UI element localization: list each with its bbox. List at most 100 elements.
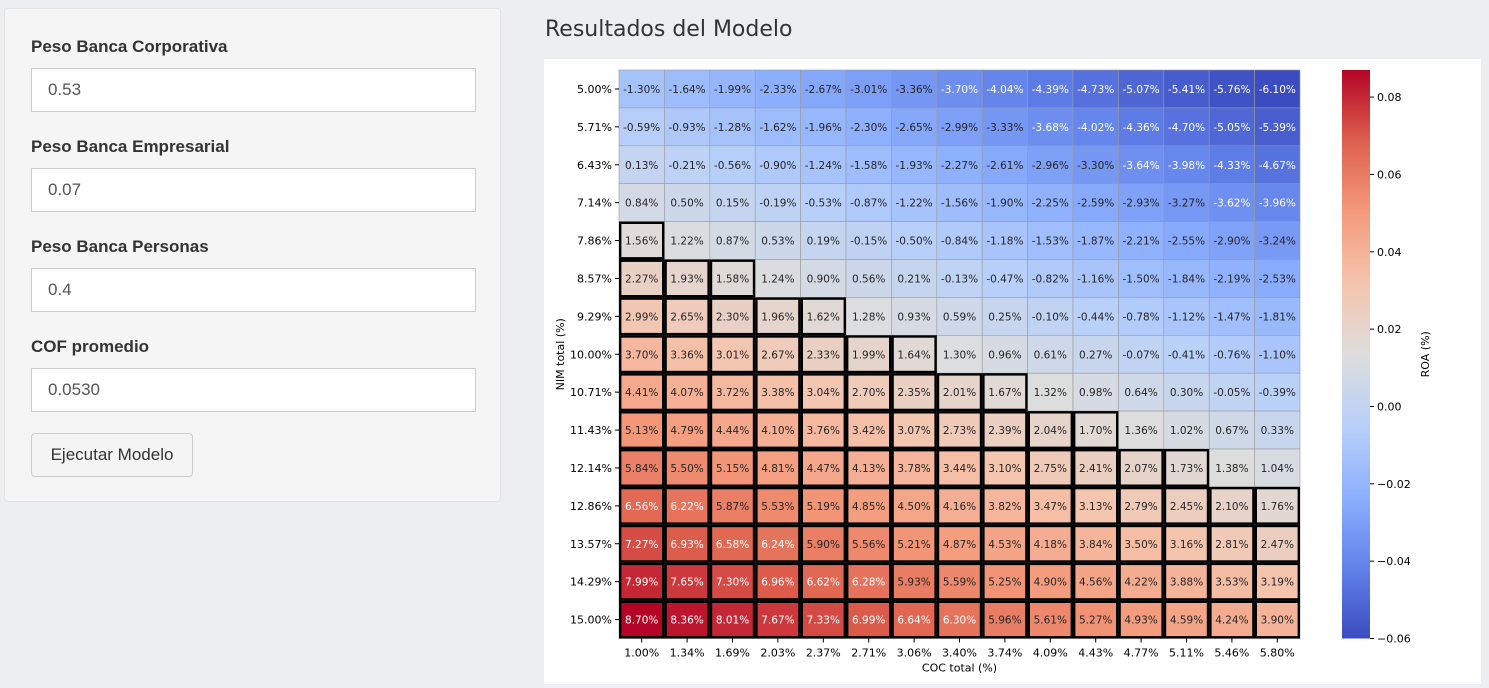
field-peso-banca-empresarial: Peso Banca Empresarial — [31, 137, 478, 212]
cell-value-label: 3.38% — [761, 387, 794, 399]
cell-value-label: 5.61% — [1034, 615, 1067, 627]
cell-value-label: -6.10% — [1259, 84, 1296, 96]
cell-value-label: -2.19% — [1213, 273, 1250, 285]
cell-value-label: 5.96% — [988, 615, 1021, 627]
cell-value-label: -4.39% — [1032, 84, 1069, 96]
cell-value-label: -0.07% — [1123, 349, 1160, 361]
peso-banca-corporativa-input[interactable] — [31, 68, 476, 112]
cell-value-label: 4.87% — [943, 539, 976, 551]
y-tick-label: 9.29% — [577, 310, 612, 323]
cell-value-label: -0.56% — [714, 160, 751, 172]
cell-value-label: 1.93% — [670, 273, 703, 285]
cell-value-label: -1.12% — [1168, 311, 1205, 323]
x-tick-label: 5.80% — [1260, 647, 1295, 660]
cell-value-label: -2.30% — [850, 122, 887, 134]
cell-value-label: 5.90% — [807, 539, 840, 551]
cell-value-label: -2.55% — [1168, 236, 1205, 248]
cell-value-label: 6.93% — [670, 539, 703, 551]
peso-banca-personas-input[interactable] — [31, 268, 476, 312]
cell-value-label: -5.76% — [1213, 84, 1250, 96]
cell-value-label: 1.99% — [852, 349, 885, 361]
cell-value-label: -4.73% — [1077, 84, 1114, 96]
cell-value-label: -0.44% — [1077, 311, 1114, 323]
y-tick-label: 15.00% — [570, 614, 612, 627]
cell-value-label: 0.96% — [988, 349, 1021, 361]
colorbar-tick-label: −0.06 — [1377, 633, 1411, 646]
cell-value-label: 5.50% — [670, 463, 703, 475]
cell-value-label: 5.19% — [807, 501, 840, 513]
cell-value-label: 4.16% — [943, 501, 976, 513]
cell-value-label: 3.01% — [716, 349, 749, 361]
x-axis-label: COC total (%) — [922, 662, 997, 675]
cell-value-label: -3.62% — [1213, 198, 1250, 210]
cell-value-label: -0.84% — [941, 236, 978, 248]
y-tick-label: 5.00% — [577, 83, 612, 96]
field-label: COF promedio — [31, 337, 150, 356]
y-tick-label: 11.43% — [570, 424, 612, 437]
cell-value-label: 0.98% — [1079, 387, 1112, 399]
cell-value-label: 2.07% — [1124, 463, 1157, 475]
y-tick-label: 8.57% — [577, 272, 612, 285]
cell-value-label: 3.82% — [988, 501, 1021, 513]
cell-value-label: -5.05% — [1213, 122, 1250, 134]
cell-value-label: -3.64% — [1123, 160, 1160, 172]
cell-value-label: 3.44% — [943, 463, 976, 475]
cell-value-label: -1.93% — [896, 160, 933, 172]
cell-value-label: 0.93% — [897, 311, 930, 323]
x-tick-label: 3.74% — [987, 647, 1022, 660]
cell-value-label: 2.67% — [761, 349, 794, 361]
cell-value-label: 0.64% — [1124, 387, 1157, 399]
run-model-button[interactable]: Ejecutar Modelo — [31, 433, 193, 477]
cell-value-label: -1.18% — [986, 236, 1023, 248]
y-tick-label: 5.71% — [577, 121, 612, 134]
x-tick-label: 5.11% — [1169, 647, 1204, 660]
cell-value-label: 3.04% — [807, 387, 840, 399]
cell-value-label: -1.84% — [1168, 273, 1205, 285]
cell-value-label: 1.58% — [716, 273, 749, 285]
cell-value-label: 3.72% — [716, 387, 749, 399]
cell-value-label: -1.28% — [714, 122, 751, 134]
cell-value-label: 1.04% — [1261, 463, 1294, 475]
peso-banca-empresarial-input[interactable] — [31, 168, 476, 212]
y-axis-label: NIM total (%) — [554, 318, 567, 390]
cell-value-label: 1.24% — [761, 273, 794, 285]
cell-value-label: 2.04% — [1034, 425, 1067, 437]
cell-value-label: 7.27% — [625, 539, 658, 551]
cell-value-label: 0.50% — [670, 198, 703, 210]
cell-value-label: -0.87% — [850, 198, 887, 210]
x-tick-label: 3.40% — [942, 647, 977, 660]
cell-value-label: 1.73% — [1170, 463, 1203, 475]
cell-value-label: -1.22% — [896, 198, 933, 210]
cell-value-label: 2.75% — [1034, 463, 1067, 475]
colorbar-label: ROA (%) — [1419, 331, 1432, 377]
cell-value-label: 1.56% — [625, 236, 658, 248]
cell-value-label: -3.36% — [896, 84, 933, 96]
cell-value-label: 4.47% — [807, 463, 840, 475]
field-cof-promedio: COF promedio — [31, 337, 478, 412]
cell-value-label: 3.70% — [625, 349, 658, 361]
cell-value-label: 4.22% — [1124, 577, 1157, 589]
y-tick-label: 13.57% — [570, 538, 612, 551]
cell-value-label: 4.90% — [1034, 577, 1067, 589]
cell-value-label: 1.38% — [1215, 463, 1248, 475]
cell-value-label: -2.90% — [1213, 236, 1250, 248]
cell-value-label: 1.70% — [1079, 425, 1112, 437]
cell-value-label: 1.62% — [807, 311, 840, 323]
cell-value-label: 0.61% — [1034, 349, 1067, 361]
cell-value-label: -1.56% — [941, 198, 978, 210]
y-tick-label: 10.00% — [570, 348, 612, 361]
cell-value-label: 6.30% — [943, 615, 976, 627]
cell-value-label: -1.90% — [986, 198, 1023, 210]
cof-promedio-input[interactable] — [31, 368, 476, 412]
cell-value-label: 6.58% — [716, 539, 749, 551]
cell-value-label: 2.73% — [943, 425, 976, 437]
cell-value-label: 7.67% — [761, 615, 794, 627]
cell-value-label: -2.61% — [986, 160, 1023, 172]
y-tick-label: 7.14% — [577, 197, 612, 210]
cell-value-label: -1.50% — [1123, 273, 1160, 285]
cell-value-label: -3.01% — [850, 84, 887, 96]
cell-value-label: 1.67% — [988, 387, 1021, 399]
cell-value-label: -0.50% — [896, 236, 933, 248]
cell-value-label: 0.27% — [1079, 349, 1112, 361]
cell-value-label: 2.81% — [1215, 539, 1248, 551]
